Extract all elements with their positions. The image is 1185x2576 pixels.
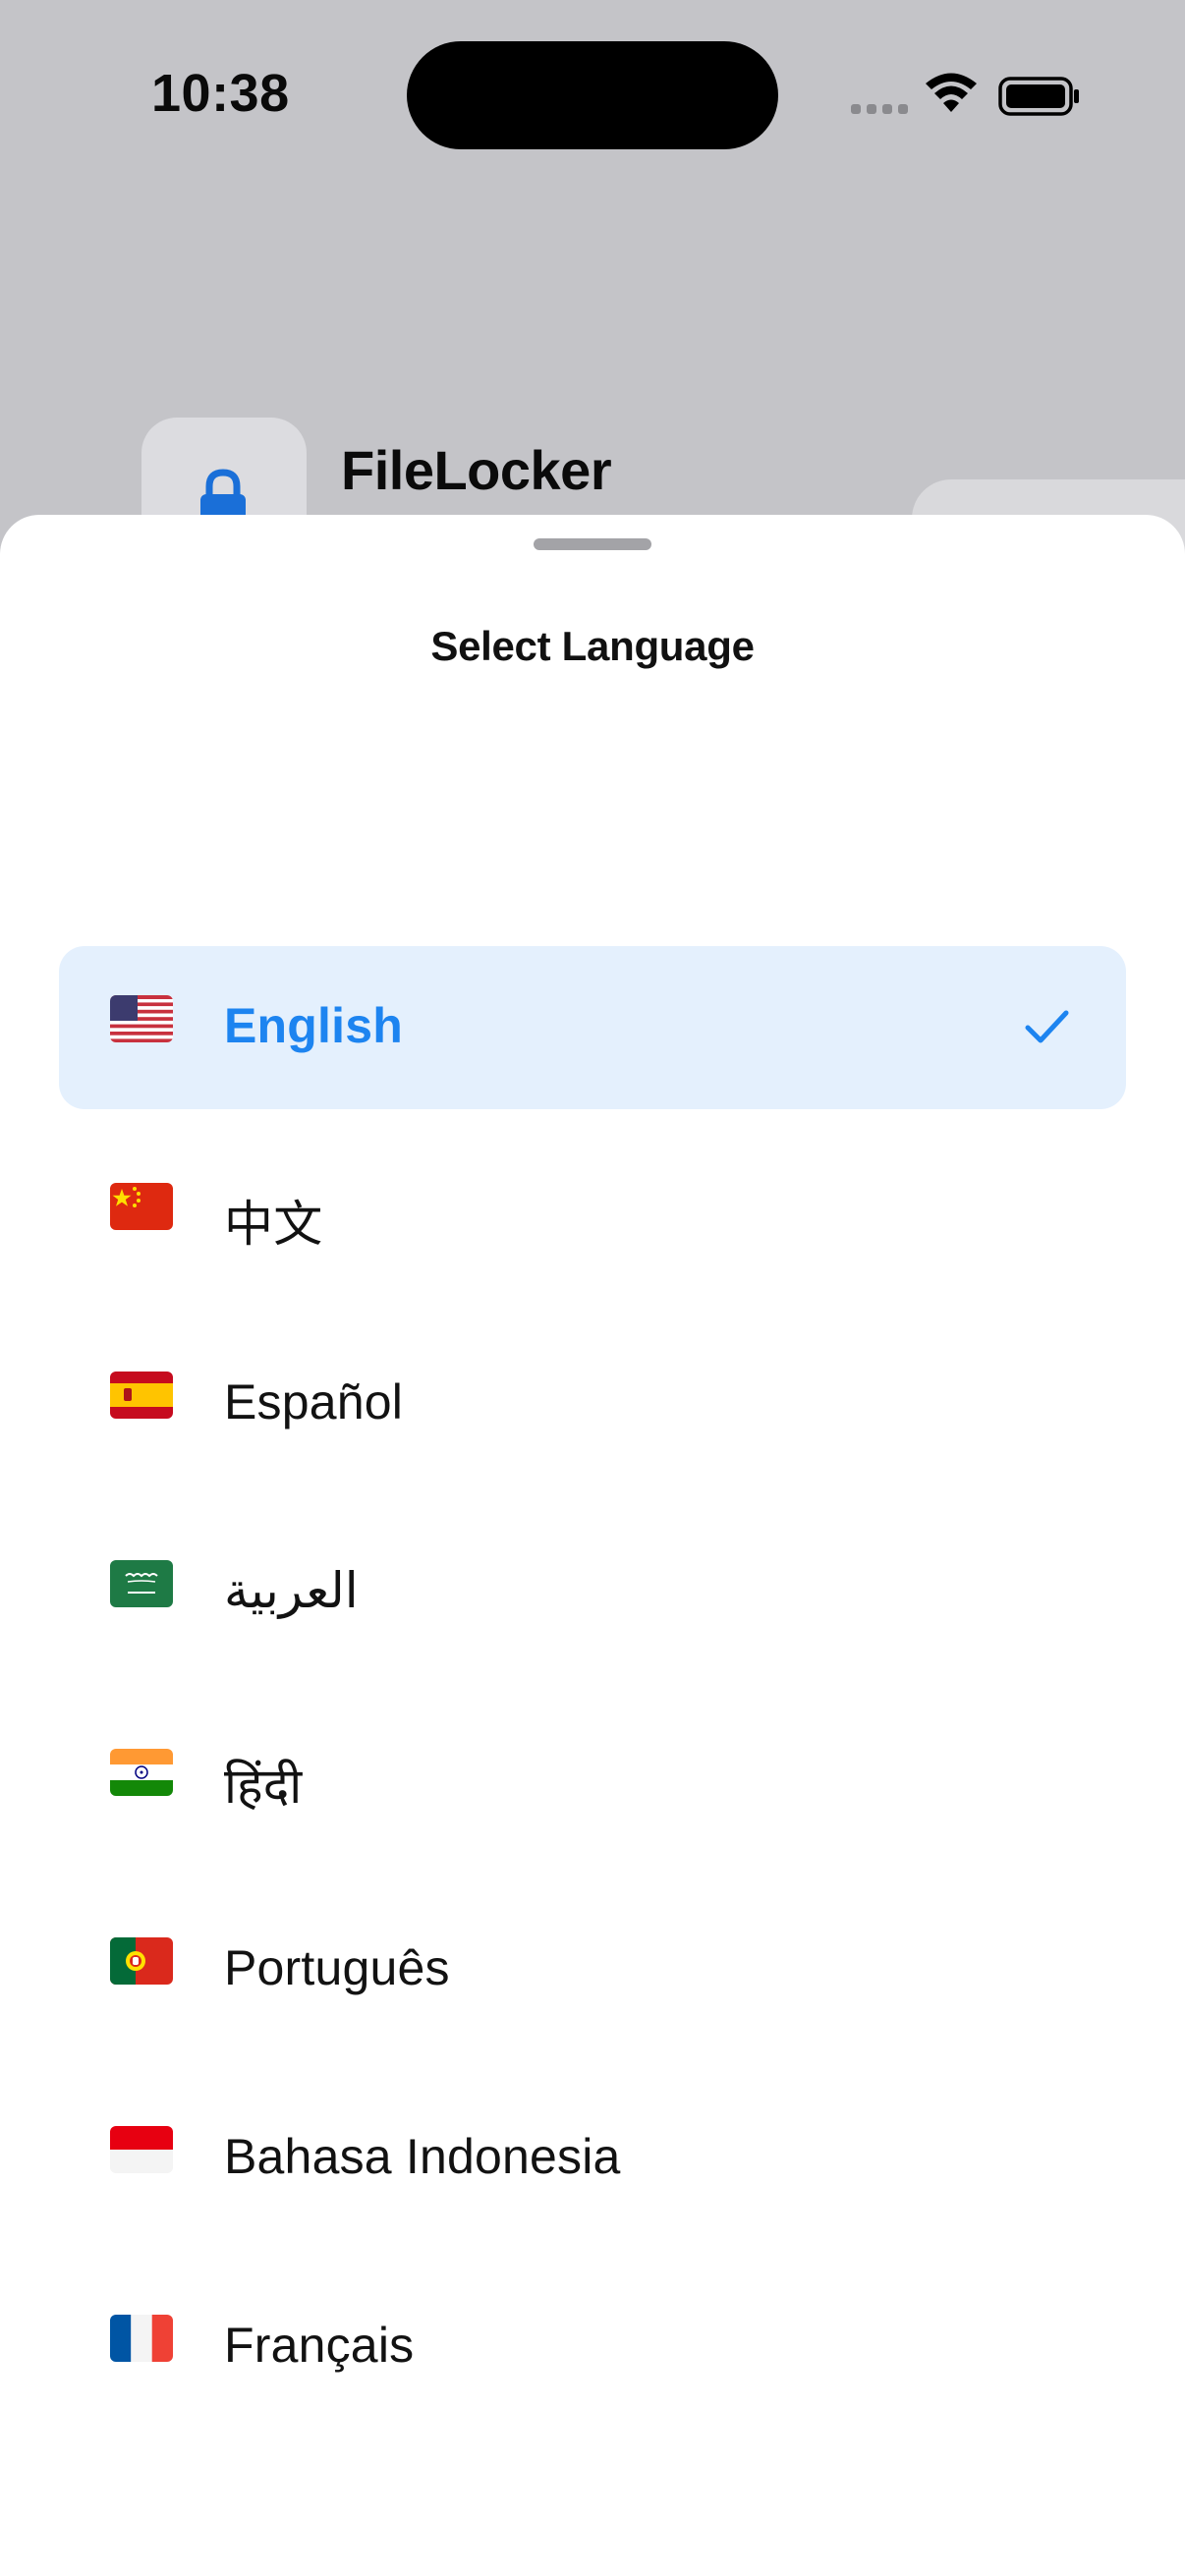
language-label: 中文 <box>224 1197 323 1252</box>
dynamic-island <box>407 41 778 149</box>
language-sheet: Select Language English 中文 Español العرب… <box>0 515 1185 2576</box>
language-label: العربية <box>224 1563 359 1618</box>
battery-icon <box>998 77 1079 116</box>
language-option-hindi[interactable]: हिंदी <box>59 1700 1126 1863</box>
language-option-arabic[interactable]: العربية <box>59 1511 1126 1674</box>
language-label: Português <box>224 1940 450 1995</box>
language-option-indonesian[interactable]: Bahasa Indonesia <box>59 2077 1126 2240</box>
china-flag-icon <box>110 1183 173 1230</box>
language-option-french[interactable]: Français <box>59 2266 1126 2429</box>
indonesia-flag-icon <box>110 2126 173 2173</box>
france-flag-icon <box>110 2315 173 2362</box>
language-label: English <box>224 998 403 1053</box>
spain-flag-icon <box>110 1372 173 1419</box>
language-label: Español <box>224 1374 404 1429</box>
language-option-chinese[interactable]: 中文 <box>59 1134 1126 1297</box>
language-label: हिंदी <box>224 1759 303 1814</box>
app-title: FileLocker <box>341 439 612 501</box>
portugal-flag-icon <box>110 1937 173 1985</box>
sheet-grabber[interactable] <box>534 538 651 550</box>
wifi-icon <box>926 73 977 112</box>
india-flag-icon <box>110 1749 173 1796</box>
saudi-arabia-flag-icon <box>110 1560 173 1607</box>
language-label: Français <box>224 2318 415 2373</box>
cellular-signal-icon <box>851 104 908 114</box>
checkmark-icon <box>1025 1010 1069 1043</box>
us-flag-icon <box>110 995 173 1042</box>
language-option-spanish[interactable]: Español <box>59 1322 1126 1485</box>
language-option-english[interactable]: English <box>59 946 1126 1109</box>
language-option-portuguese[interactable]: Português <box>59 1888 1126 2051</box>
status-bar: 10:38 <box>0 0 1185 187</box>
sheet-title: Select Language <box>430 623 755 669</box>
status-time: 10:38 <box>151 64 290 123</box>
language-label: Bahasa Indonesia <box>224 2129 621 2184</box>
